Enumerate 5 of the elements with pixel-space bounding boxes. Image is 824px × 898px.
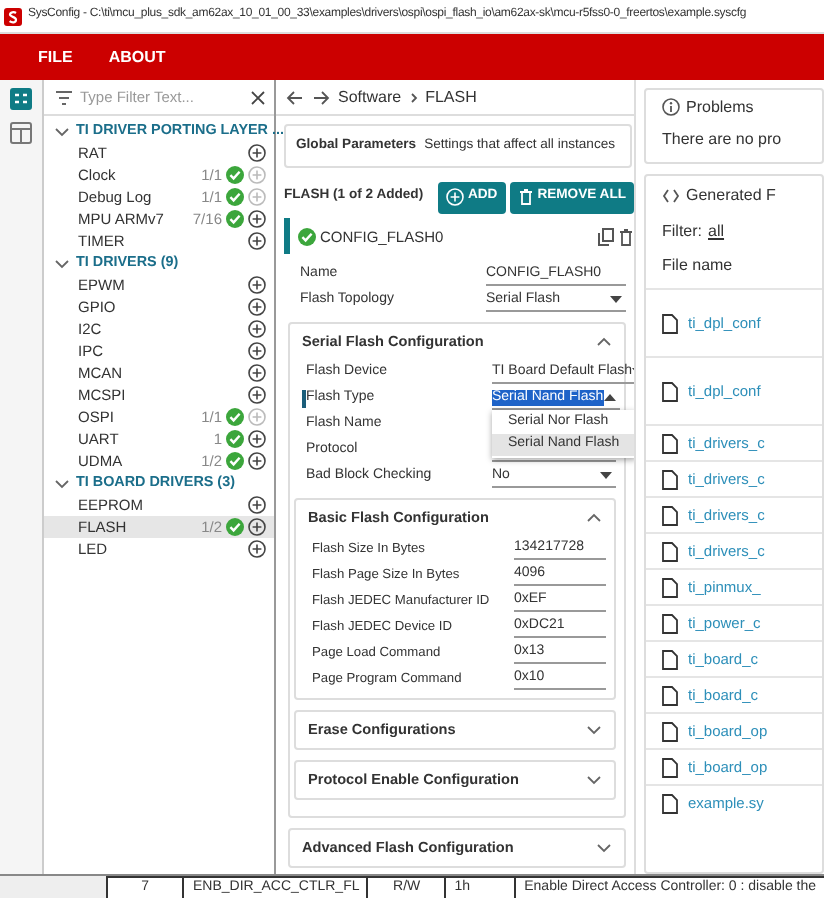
filter-label: Filter:	[662, 222, 702, 242]
panel-title: Problems	[686, 98, 754, 118]
problems-message: There are no pro	[662, 129, 784, 149]
panel-title: Generated F	[686, 186, 776, 206]
column-header: File name	[662, 256, 733, 276]
